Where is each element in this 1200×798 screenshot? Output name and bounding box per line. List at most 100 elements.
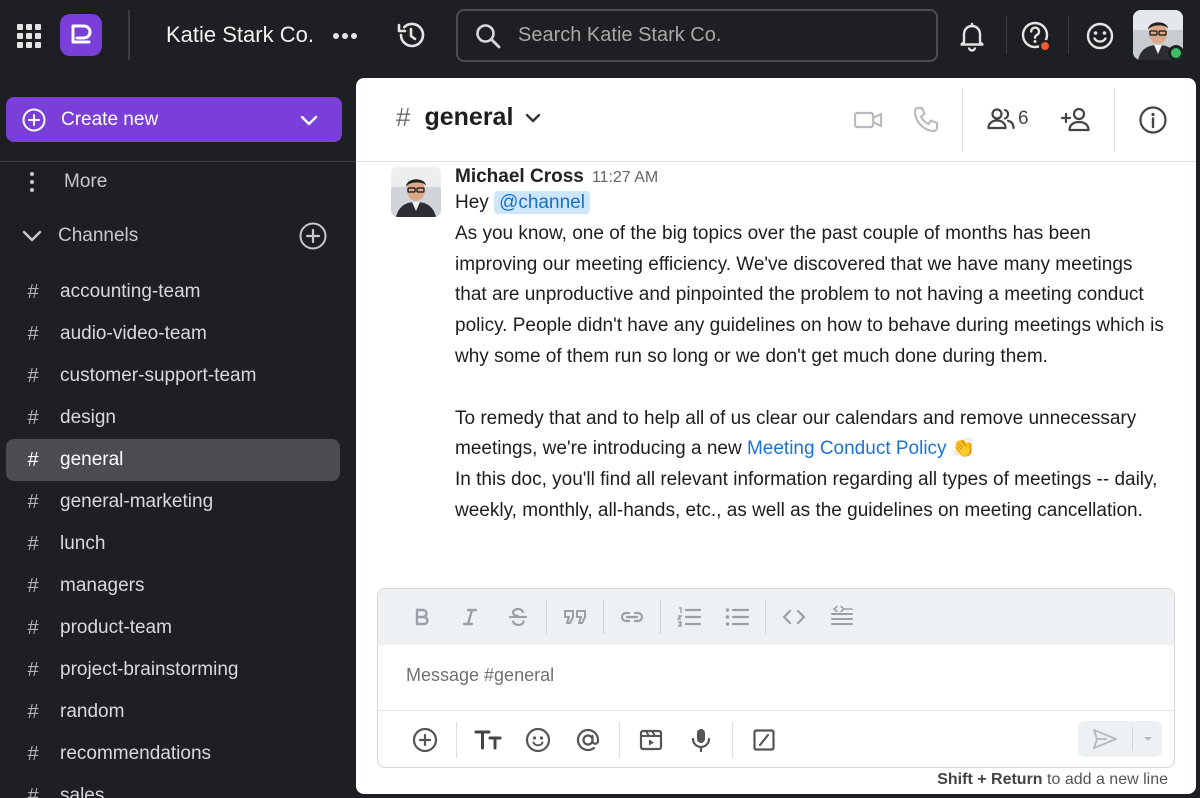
more-vertical-icon xyxy=(20,170,44,194)
hash-icon: # xyxy=(27,532,39,555)
add-member-icon[interactable] xyxy=(1060,104,1092,136)
topbar-divider xyxy=(128,10,130,60)
create-new-button[interactable]: Create new xyxy=(6,97,342,142)
emoji-icon[interactable] xyxy=(1082,18,1118,54)
topbar-divider xyxy=(1006,16,1007,54)
attach-plus-icon[interactable] xyxy=(400,718,450,762)
sidebar-item-accounting-team[interactable]: # accounting-team xyxy=(6,271,340,313)
sidebar-item-random[interactable]: # random xyxy=(6,691,340,733)
message-composer xyxy=(377,588,1175,768)
topbar-divider xyxy=(1068,16,1069,54)
header-divider xyxy=(962,88,963,152)
italic-icon[interactable] xyxy=(446,597,494,637)
composer-toolbar xyxy=(378,710,1174,767)
paragraph-1: As you know, one of the big topics over … xyxy=(455,222,1164,367)
numbered-list-icon[interactable] xyxy=(665,597,713,637)
channel-name: audio-video-team xyxy=(60,323,207,344)
search-box[interactable] xyxy=(456,9,938,62)
message-author[interactable]: Michael Cross xyxy=(455,166,584,188)
newline-hint: Shift + Return to add a new line xyxy=(937,771,1168,789)
text-format-icon[interactable] xyxy=(463,718,513,762)
microphone-icon[interactable] xyxy=(676,718,726,762)
mention-icon[interactable] xyxy=(563,718,613,762)
sidebar-item-customer-support-team[interactable]: # customer-support-team xyxy=(6,355,340,397)
channel-name: general xyxy=(60,449,124,470)
channel-title: general xyxy=(424,103,514,131)
history-icon[interactable] xyxy=(394,18,428,52)
hash-icon: # xyxy=(27,364,39,387)
header-divider xyxy=(1114,88,1115,152)
channel-name: recommendations xyxy=(60,743,212,764)
more-horizontal-icon[interactable] xyxy=(330,22,360,50)
sidebar-item-recommendations[interactable]: # recommendations xyxy=(6,733,340,775)
user-avatar[interactable] xyxy=(1133,10,1183,60)
notification-dot xyxy=(1039,40,1051,52)
members-button[interactable]: 6 xyxy=(986,104,1029,134)
channel-name: managers xyxy=(60,575,145,596)
sidebar-item-audio-video-team[interactable]: # audio-video-team xyxy=(6,313,340,355)
sidebar-item-design[interactable]: # design xyxy=(6,397,340,439)
search-input[interactable] xyxy=(518,24,918,47)
hash-icon: # xyxy=(27,784,39,798)
create-new-label: Create new xyxy=(61,108,159,130)
sidebar-more[interactable]: More xyxy=(20,162,107,202)
send-icon[interactable] xyxy=(1078,721,1132,757)
hash-icon: # xyxy=(27,448,39,471)
phone-call-icon[interactable] xyxy=(910,104,942,136)
channel-mention[interactable]: @channel xyxy=(494,191,590,214)
meeting-policy-link[interactable]: Meeting Conduct Policy xyxy=(747,438,947,459)
add-channel-icon[interactable] xyxy=(298,221,328,251)
hint-keys: Shift + Return xyxy=(937,771,1043,788)
online-status-icon xyxy=(1168,45,1183,60)
team-name[interactable]: Katie Stark Co. xyxy=(166,22,314,48)
paragraph-3: In this doc, you'll find all relevant in… xyxy=(455,469,1158,521)
channels-label: Channels xyxy=(58,225,139,246)
author-avatar[interactable] xyxy=(391,167,441,217)
hint-text: to add a new line xyxy=(1042,771,1168,788)
sidebar-item-product-team[interactable]: # product-team xyxy=(6,607,340,649)
hash-icon: # xyxy=(27,406,39,429)
hash-icon: # xyxy=(27,490,39,513)
hash-icon: # xyxy=(27,322,39,345)
bold-icon[interactable] xyxy=(398,597,446,637)
sidebar-item-general[interactable]: # general xyxy=(6,439,340,481)
message: Michael Cross 11:27 AM Hey @channel As y… xyxy=(455,166,1167,527)
channel-name: general-marketing xyxy=(60,491,214,512)
channels-header[interactable]: Channels xyxy=(20,218,340,254)
quote-icon[interactable] xyxy=(551,597,599,637)
message-list[interactable]: Michael Cross 11:27 AM Hey @channel As y… xyxy=(356,162,1196,584)
hash-icon: # xyxy=(27,280,39,303)
video-call-icon[interactable] xyxy=(852,104,884,136)
bell-icon[interactable] xyxy=(955,19,989,53)
chevron-down-icon[interactable] xyxy=(1133,721,1162,757)
slash-command-icon[interactable] xyxy=(739,718,789,762)
members-icon xyxy=(986,104,1016,134)
sidebar-item-project-brainstorming[interactable]: # project-brainstorming xyxy=(6,649,340,691)
chevron-down-icon xyxy=(298,109,320,131)
more-label: More xyxy=(64,171,108,192)
chevron-down-icon xyxy=(523,108,543,128)
link-icon[interactable] xyxy=(608,597,656,637)
sidebar-item-sales[interactable]: # sales xyxy=(6,775,340,798)
message-timestamp[interactable]: 11:27 AM xyxy=(592,169,658,187)
info-icon[interactable] xyxy=(1137,104,1169,136)
strikethrough-icon[interactable] xyxy=(494,597,542,637)
message-header: Michael Cross 11:27 AM xyxy=(455,166,1167,188)
code-block-icon[interactable] xyxy=(818,597,866,637)
hash-icon: # xyxy=(27,616,39,639)
workspace-logo[interactable] xyxy=(60,14,102,56)
apps-grid-icon[interactable] xyxy=(14,21,44,51)
hash-icon: # xyxy=(27,658,39,681)
sidebar-item-lunch[interactable]: # lunch xyxy=(6,523,340,565)
greeting: Hey xyxy=(455,192,489,213)
help-icon[interactable] xyxy=(1018,18,1054,54)
sidebar-item-managers[interactable]: # managers xyxy=(6,565,340,607)
message-text: Hey @channel As you know, one of the big… xyxy=(455,188,1167,527)
emoji-icon[interactable] xyxy=(513,718,563,762)
message-input[interactable] xyxy=(406,665,1146,686)
gif-icon[interactable] xyxy=(626,718,676,762)
channel-title-button[interactable]: # general xyxy=(396,102,543,133)
sidebar-item-general-marketing[interactable]: # general-marketing xyxy=(6,481,340,523)
code-icon[interactable] xyxy=(770,597,818,637)
bulleted-list-icon[interactable] xyxy=(713,597,761,637)
